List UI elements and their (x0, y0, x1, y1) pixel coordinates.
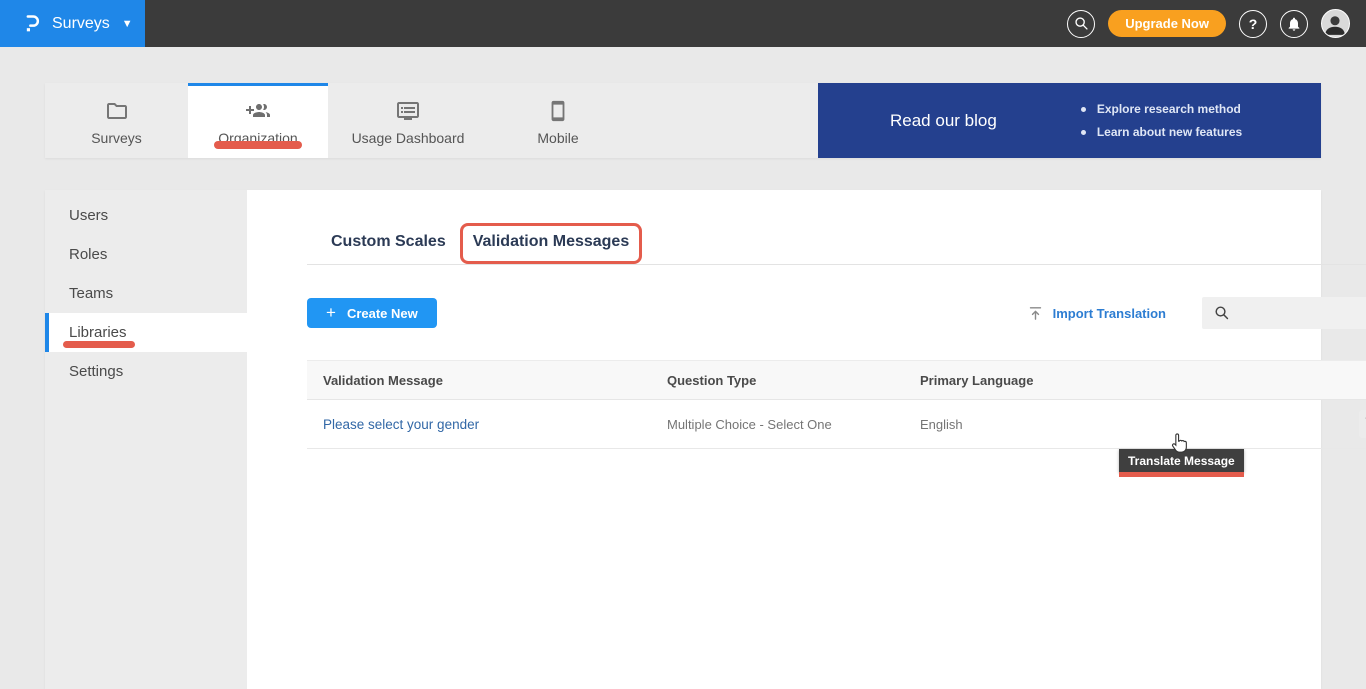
sidebar-item-teams[interactable]: Teams (45, 274, 247, 313)
sidebar-item-settings[interactable]: Settings (45, 352, 247, 391)
blog-banner-title: Read our blog (890, 111, 997, 131)
nav-tab-usage-dashboard[interactable]: Usage Dashboard (328, 83, 488, 158)
help-button[interactable]: ? (1239, 10, 1267, 38)
blog-bullet-item: Explore research method (1081, 102, 1242, 116)
tab-custom-scales[interactable]: Custom Scales (331, 232, 446, 264)
translate-message-button[interactable] (1359, 410, 1366, 438)
validation-toolbar: + Create New Import Translation (307, 296, 1366, 330)
validation-message-link[interactable]: Please select your gender (323, 417, 667, 432)
chevron-down-icon: ▼ (122, 18, 133, 30)
primary-nav-strip: Surveys Organization Usage Dashboard Mob… (45, 83, 1321, 158)
library-tabs: Custom Scales Validation Messages (307, 190, 1366, 265)
upgrade-now-button[interactable]: Upgrade Now (1108, 10, 1226, 37)
table-search-input[interactable] (1238, 306, 1366, 321)
bullet-dot (1081, 130, 1086, 135)
column-header-validation-message: Validation Message (323, 373, 667, 388)
nav-tab-label: Mobile (537, 130, 578, 146)
annotation-underline-organization (214, 141, 302, 149)
annotation-underline-libraries (63, 341, 135, 348)
main-panel: Users Roles Teams Libraries Settings Cus… (45, 190, 1321, 689)
sidebar-item-libraries[interactable]: Libraries (45, 313, 247, 352)
column-header-question-type: Question Type (667, 373, 920, 388)
top-header: Surveys ▼ Upgrade Now ? (0, 0, 1366, 47)
notifications-button[interactable] (1280, 10, 1308, 38)
nav-tab-label: Usage Dashboard (352, 130, 465, 146)
magnifier-icon (1214, 305, 1230, 321)
questionpro-logo-icon (22, 12, 42, 36)
blog-banner[interactable]: Read our blog Explore research method Le… (818, 83, 1321, 158)
primary-language-cell: English (920, 417, 1157, 432)
product-switcher[interactable]: Surveys ▼ (0, 0, 145, 47)
table-search-box[interactable] (1202, 297, 1366, 329)
dashboard-screen-icon (396, 99, 420, 123)
cursor-pointer-icon (1168, 432, 1190, 461)
header-search-button[interactable] (1067, 10, 1095, 38)
app-title: Surveys (52, 15, 110, 33)
search-icon (1074, 16, 1089, 31)
question-type-cell: Multiple Choice - Select One (667, 417, 920, 432)
blog-bullet-item: Learn about new features (1081, 125, 1242, 139)
annotation-underline-tooltip (1119, 472, 1244, 477)
nav-tab-surveys[interactable]: Surveys (45, 83, 188, 158)
column-header-primary-language: Primary Language (920, 373, 1157, 388)
nav-tab-mobile[interactable]: Mobile (488, 83, 628, 158)
tab-validation-messages[interactable]: Validation Messages (473, 232, 630, 264)
sidebar-item-roles[interactable]: Roles (45, 235, 247, 274)
table-row: Please select your gender Multiple Choic… (307, 400, 1366, 449)
import-translation-link[interactable]: Import Translation (1027, 305, 1166, 322)
smartphone-icon (547, 99, 569, 123)
group-add-icon (245, 99, 271, 123)
nav-tab-label: Surveys (91, 130, 142, 146)
libraries-content: Custom Scales Validation Messages + Crea… (247, 190, 1366, 689)
plus-icon: + (326, 303, 336, 323)
table-header-row: Validation Message Question Type Primary… (307, 360, 1366, 400)
nav-tab-organization[interactable]: Organization (188, 83, 328, 158)
validation-messages-table: Validation Message Question Type Primary… (307, 360, 1366, 449)
bell-icon (1286, 16, 1302, 32)
question-mark-icon: ? (1249, 16, 1258, 32)
upload-icon (1027, 305, 1044, 322)
settings-sidebar: Users Roles Teams Libraries Settings (45, 190, 247, 689)
user-avatar[interactable] (1321, 9, 1350, 38)
sidebar-item-users[interactable]: Users (45, 196, 247, 235)
bullet-dot (1081, 107, 1086, 112)
create-new-button[interactable]: + Create New (307, 298, 437, 328)
folder-icon (105, 99, 129, 123)
